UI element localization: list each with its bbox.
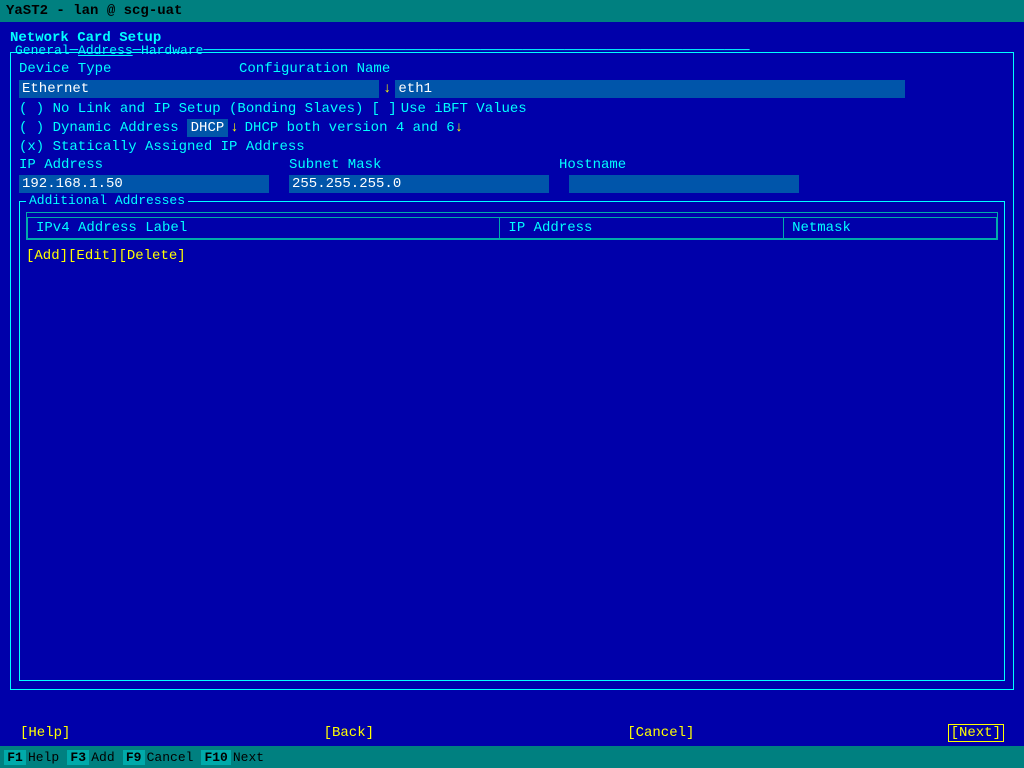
col-ipv4-label: IPv4 Address Label xyxy=(28,218,500,239)
ip-values-row xyxy=(19,175,1005,193)
device-type-row: Device Type Configuration Name xyxy=(19,61,1005,77)
device-type-input[interactable] xyxy=(19,80,379,98)
device-value-row: ↓ xyxy=(19,80,1005,98)
dhcp-input[interactable]: DHCP xyxy=(187,119,229,137)
device-type-label: Device Type xyxy=(19,61,199,77)
dhcp-suffix-arrow: ↓ xyxy=(455,120,463,136)
fkey-f3[interactable]: F3 Add xyxy=(67,750,114,765)
col-ip-address: IP Address xyxy=(500,218,784,239)
fkey-f3-num: F3 xyxy=(67,750,89,765)
radio-static[interactable]: (x) Statically Assigned IP Address xyxy=(19,139,305,155)
additional-addresses-section: Additional Addresses IPv4 Address Label … xyxy=(19,201,1005,681)
titlebar: YaST2 - lan @ scg-uat xyxy=(0,0,1024,22)
config-name-input[interactable] xyxy=(395,80,905,98)
ip-labels-row: IP Address Subnet Mask Hostname xyxy=(19,157,1005,173)
tab-hardware[interactable]: Hardware xyxy=(141,43,203,59)
next-nav-button[interactable]: [Next] xyxy=(948,724,1004,742)
ibft-bracket[interactable]: [ ] xyxy=(371,101,396,117)
dhcp-arrow[interactable]: ↓ xyxy=(230,120,238,136)
fkey-f10[interactable]: F10 Next xyxy=(201,750,264,765)
no-link-row: ( ) No Link and IP Setup (Bonding Slaves… xyxy=(19,101,1005,117)
config-name-label: Configuration Name xyxy=(239,61,399,77)
static-address-row: (x) Statically Assigned IP Address xyxy=(19,139,1005,155)
hostname-label: Hostname xyxy=(559,157,626,173)
fkey-f9-label: Cancel xyxy=(147,750,194,765)
bottom-nav: [Help] [Back] [Cancel] [Next] xyxy=(0,720,1024,746)
dynamic-address-row: ( ) Dynamic Address DHCP ↓ DHCP both ver… xyxy=(19,119,1005,137)
titlebar-text: YaST2 - lan @ scg-uat xyxy=(6,3,182,19)
delete-button[interactable]: [Delete] xyxy=(118,248,185,264)
address-table-container: IPv4 Address Label IP Address Netmask xyxy=(26,212,998,240)
tab-general[interactable]: General xyxy=(15,43,70,59)
back-nav-button[interactable]: [Back] xyxy=(324,724,374,742)
fkey-f10-label: Next xyxy=(233,750,264,765)
dhcp-suffix: DHCP both version 4 and 6 xyxy=(245,120,455,136)
cancel-nav-button[interactable]: [Cancel] xyxy=(627,724,694,742)
radio-dynamic[interactable]: ( ) Dynamic Address xyxy=(19,120,179,136)
ip-label: IP Address xyxy=(19,157,289,173)
tab-address[interactable]: Address xyxy=(78,43,133,59)
fkey-f10-num: F10 xyxy=(201,750,230,765)
tab-row: General ─ Address ─ Hardware ───────────… xyxy=(15,43,750,59)
additional-addresses-label: Additional Addresses xyxy=(26,193,188,208)
fkey-bar: F1 Help F3 Add F9 Cancel F10 Next xyxy=(0,746,1024,768)
edit-button[interactable]: [Edit] xyxy=(68,248,118,264)
fkey-f1-label: Help xyxy=(28,750,59,765)
fkey-f3-label: Add xyxy=(91,750,114,765)
subnet-label: Subnet Mask xyxy=(289,157,559,173)
fkey-f9-num: F9 xyxy=(123,750,145,765)
main-content: Network Card Setup General ─ Address ─ H… xyxy=(0,22,1024,726)
action-buttons: [Add] [Edit] [Delete] xyxy=(26,248,998,264)
fkey-f9[interactable]: F9 Cancel xyxy=(123,750,194,765)
subnet-mask-input[interactable] xyxy=(289,175,549,193)
help-nav-button[interactable]: [Help] xyxy=(20,724,70,742)
col-netmask: Netmask xyxy=(784,218,997,239)
radio-no-link[interactable]: ( ) No Link and IP Setup (Bonding Slaves… xyxy=(19,101,363,117)
address-table: IPv4 Address Label IP Address Netmask xyxy=(27,217,997,239)
network-card-dialog: General ─ Address ─ Hardware ───────────… xyxy=(10,52,1014,690)
fkey-f1-num: F1 xyxy=(4,750,26,765)
fkey-f1[interactable]: F1 Help xyxy=(4,750,59,765)
hostname-input[interactable] xyxy=(569,175,799,193)
add-button[interactable]: [Add] xyxy=(26,248,68,264)
ibft-label: Use iBFT Values xyxy=(401,101,527,117)
ip-address-input[interactable] xyxy=(19,175,269,193)
device-dropdown-arrow[interactable]: ↓ xyxy=(383,81,391,97)
